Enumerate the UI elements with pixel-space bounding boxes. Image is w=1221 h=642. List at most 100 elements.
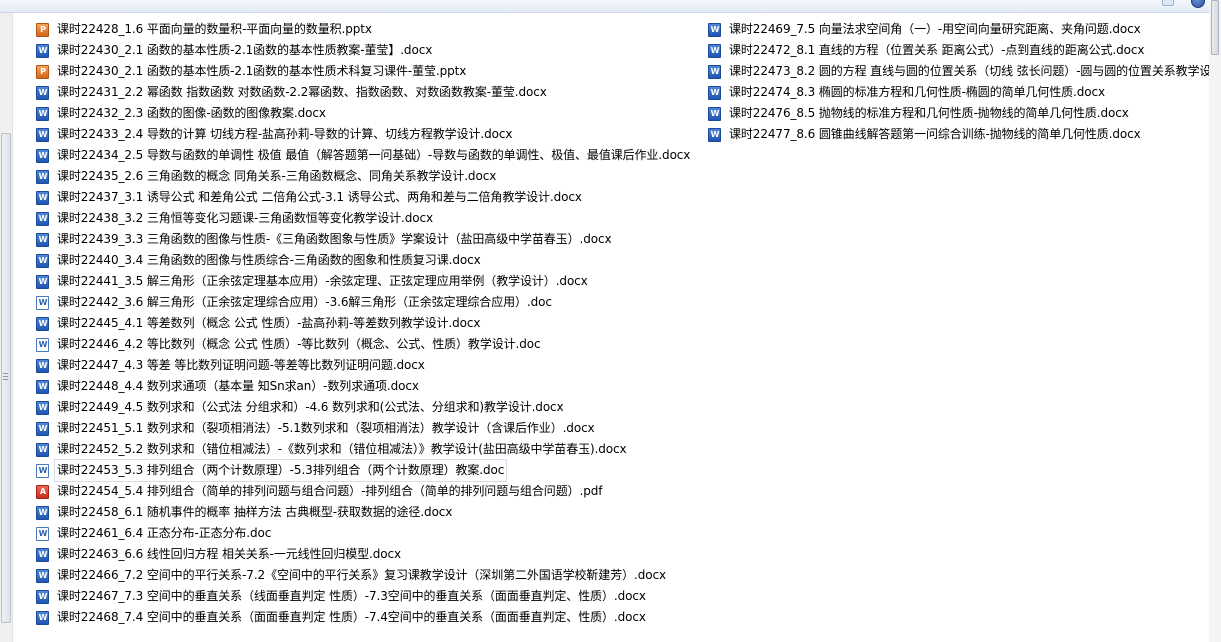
word-file-icon xyxy=(36,212,49,226)
file-item[interactable]: 课时22432_2.3 函数的图像-函数的图像教案.docx xyxy=(35,103,700,124)
file-item[interactable]: 课时22454_5.4 排列组合（简单的排列问题与组合问题）-排列组合（简单的排… xyxy=(35,481,700,502)
file-name[interactable]: 课时22468_7.4 空间中的垂直关系（面面垂直判定 性质）-7.4空间中的垂… xyxy=(55,607,648,628)
file-name[interactable]: 课时22428_1.6 平面向量的数量积-平面向量的数量积.pptx xyxy=(55,19,374,40)
file-item[interactable]: 课时22430_2.1 函数的基本性质-2.1函数的基本性质教案-董莹】.doc… xyxy=(35,40,700,61)
file-name[interactable]: 课时22476_8.5 抛物线的标准方程和几何性质-抛物线的简单几何性质.doc… xyxy=(727,103,1131,124)
vertical-scrollbar[interactable] xyxy=(1209,0,1221,642)
word-file-icon xyxy=(36,569,49,583)
scrollbar-grip-icon xyxy=(3,373,8,380)
word-file-icon xyxy=(36,317,49,331)
file-list-column-1: 课时22428_1.6 平面向量的数量积-平面向量的数量积.pptx课时2243… xyxy=(35,19,700,628)
file-name[interactable]: 课时22467_7.3 空间中的垂直关系（线面垂直判定 性质）-7.3空间中的垂… xyxy=(55,586,648,607)
word-file-icon xyxy=(708,44,721,58)
file-name[interactable]: 课时22430_2.1 函数的基本性质-2.1函数的基本性质术科复习课件-董莹.… xyxy=(55,61,468,82)
file-item[interactable]: 课时22434_2.5 导数与函数的单调性 极值 最值（解答题第一问基础）-导数… xyxy=(35,145,700,166)
file-item[interactable]: 课时22469_7.5 向量法求空间角（一）-用空间向量研究距离、夹角问题.do… xyxy=(707,19,1209,40)
toolbar-strip xyxy=(0,0,1221,13)
file-name[interactable]: 课时22447_4.3 等差 等比数列证明问题-等差等比数列证明问题.docx xyxy=(55,355,427,376)
file-name[interactable]: 课时22446_4.2 等比数列（概念 公式 性质）-等比数列（概念、公式、性质… xyxy=(55,334,543,355)
word-file-icon xyxy=(708,128,721,142)
file-name[interactable]: 课时22477_8.6 圆锥曲线解答题第一问综合训练-抛物线的简单几何性质.do… xyxy=(727,124,1143,145)
file-name[interactable]: 课时22449_4.5 数列求和（公式法 分组求和）-4.6 数列求和(公式法、… xyxy=(55,397,566,418)
file-name[interactable]: 课时22472_8.1 直线的方程（位置关系 距离公式）-点到直线的距离公式.d… xyxy=(727,40,1146,61)
word-file-icon xyxy=(36,86,49,100)
word-file-icon xyxy=(36,254,49,268)
file-name[interactable]: 课时22435_2.6 三角函数的概念 同角关系-三角函数概念、同角关系教学设计… xyxy=(55,166,498,187)
left-pane-scrollbar[interactable] xyxy=(0,13,13,642)
word-file-icon xyxy=(36,548,49,562)
word-file-icon xyxy=(36,128,49,142)
file-item[interactable]: 课时22431_2.2 幂函数 指数函数 对数函数-2.2幂函数、指数函数、对数… xyxy=(35,82,700,103)
file-item[interactable]: 课时22461_6.4 正态分布-正态分布.doc xyxy=(35,523,700,544)
file-name[interactable]: 课时22430_2.1 函数的基本性质-2.1函数的基本性质教案-董莹】.doc… xyxy=(55,40,434,61)
word-file-icon xyxy=(36,443,49,457)
file-item[interactable]: 课时22447_4.3 等差 等比数列证明问题-等差等比数列证明问题.docx xyxy=(35,355,700,376)
word-file-icon xyxy=(36,590,49,604)
file-item[interactable]: 课时22451_5.1 数列求和（裂项相消法）-5.1数列求和（裂项相消法）教学… xyxy=(35,418,700,439)
file-name[interactable]: 课时22433_2.4 导数的计算 切线方程-盐高孙莉-导数的计算、切线方程教学… xyxy=(55,124,514,145)
file-name[interactable]: 课时22461_6.4 正态分布-正态分布.doc xyxy=(55,523,273,544)
file-item[interactable]: 课时22452_5.2 数列求和（错位相减法）-《数列求和（错位相减法）》教学设… xyxy=(35,439,700,460)
file-item[interactable]: 课时22440_3.4 三角函数的图像与性质综合-三角函数的图象和性质复习课.d… xyxy=(35,250,700,271)
file-name[interactable]: 课时22458_6.1 随机事件的概率 抽样方法 古典概型-获取数据的途径.do… xyxy=(55,502,454,523)
file-name[interactable]: 课时22473_8.2 圆的方程 直线与圆的位置关系（切线 弦长问题）-圆与圆的… xyxy=(727,61,1221,82)
file-item[interactable]: 课时22463_6.6 线性回归方程 相关关系-一元线性回归模型.docx xyxy=(35,544,700,565)
file-item[interactable]: 课时22453_5.3 排列组合（两个计数原理）-5.3排列组合（两个计数原理）… xyxy=(35,459,700,482)
file-item[interactable]: 课时22435_2.6 三角函数的概念 同角关系-三角函数概念、同角关系教学设计… xyxy=(35,166,700,187)
word-file-icon xyxy=(708,65,721,79)
word-file-icon xyxy=(36,527,49,541)
file-name[interactable]: 课时22469_7.5 向量法求空间角（一）-用空间向量研究距离、夹角问题.do… xyxy=(727,19,1143,40)
file-item[interactable]: 课时22473_8.2 圆的方程 直线与圆的位置关系（切线 弦长问题）-圆与圆的… xyxy=(707,61,1221,82)
file-item[interactable]: 课时22448_4.4 数列求通项（基本量 知Sn求an）-数列求通项.docx xyxy=(35,376,700,397)
help-icon[interactable] xyxy=(1191,0,1205,8)
file-item[interactable]: 课时22477_8.6 圆锥曲线解答题第一问综合训练-抛物线的简单几何性质.do… xyxy=(707,124,1209,145)
word-file-icon xyxy=(708,86,721,100)
file-name[interactable]: 课时22442_3.6 解三角形（正余弦定理综合应用）-3.6解三角形（正余弦定… xyxy=(55,292,554,313)
file-name[interactable]: 课时22439_3.3 三角函数的图像与性质-《三角函数图象与性质》学案设计（盐… xyxy=(55,229,613,250)
file-item[interactable]: 课时22441_3.5 解三角形（正余弦定理基本应用）-余弦定理、正弦定理应用举… xyxy=(35,271,700,292)
file-name[interactable]: 课时22453_5.3 排列组合（两个计数原理）-5.3排列组合（两个计数原理）… xyxy=(53,459,508,482)
word-file-icon xyxy=(36,107,49,121)
word-file-icon xyxy=(36,296,49,310)
file-name[interactable]: 课时22445_4.1 等差数列（概念 公式 性质）-盐高孙莉-等差数列教学设计… xyxy=(55,313,482,334)
file-item[interactable]: 课时22468_7.4 空间中的垂直关系（面面垂直判定 性质）-7.4空间中的垂… xyxy=(35,607,700,628)
vertical-scrollbar-thumb[interactable] xyxy=(1211,0,1219,55)
view-options-icon[interactable] xyxy=(1162,0,1174,6)
file-item[interactable]: 课时22428_1.6 平面向量的数量积-平面向量的数量积.pptx xyxy=(35,19,700,40)
file-name[interactable]: 课时22441_3.5 解三角形（正余弦定理基本应用）-余弦定理、正弦定理应用举… xyxy=(55,271,590,292)
word-file-icon xyxy=(36,401,49,415)
file-item[interactable]: 课时22445_4.1 等差数列（概念 公式 性质）-盐高孙莉-等差数列教学设计… xyxy=(35,313,700,334)
file-name[interactable]: 课时22437_3.1 诱导公式 和差角公式 二倍角公式-3.1 诱导公式、两角… xyxy=(55,187,584,208)
file-item[interactable]: 课时22458_6.1 随机事件的概率 抽样方法 古典概型-获取数据的途径.do… xyxy=(35,502,700,523)
file-item[interactable]: 课时22467_7.3 空间中的垂直关系（线面垂直判定 性质）-7.3空间中的垂… xyxy=(35,586,700,607)
file-name[interactable]: 课时22466_7.2 空间中的平行关系-7.2《空间中的平行关系》复习课教学设… xyxy=(55,565,668,586)
word-file-icon xyxy=(36,149,49,163)
file-item[interactable]: 课时22449_4.5 数列求和（公式法 分组求和）-4.6 数列求和(公式法、… xyxy=(35,397,700,418)
file-name[interactable]: 课时22431_2.2 幂函数 指数函数 对数函数-2.2幂函数、指数函数、对数… xyxy=(55,82,549,103)
word-file-icon xyxy=(36,506,49,520)
file-name[interactable]: 课时22451_5.1 数列求和（裂项相消法）-5.1数列求和（裂项相消法）教学… xyxy=(55,418,597,439)
file-name[interactable]: 课时22440_3.4 三角函数的图像与性质综合-三角函数的图象和性质复习课.d… xyxy=(55,250,483,271)
file-item[interactable]: 课时22430_2.1 函数的基本性质-2.1函数的基本性质术科复习课件-董莹.… xyxy=(35,61,700,82)
file-item[interactable]: 课时22442_3.6 解三角形（正余弦定理综合应用）-3.6解三角形（正余弦定… xyxy=(35,292,700,313)
file-item[interactable]: 课时22437_3.1 诱导公式 和差角公式 二倍角公式-3.1 诱导公式、两角… xyxy=(35,187,700,208)
file-name[interactable]: 课时22432_2.3 函数的图像-函数的图像教案.docx xyxy=(55,103,328,124)
file-name[interactable]: 课时22454_5.4 排列组合（简单的排列问题与组合问题）-排列组合（简单的排… xyxy=(55,481,604,502)
file-item[interactable]: 课时22446_4.2 等比数列（概念 公式 性质）-等比数列（概念、公式、性质… xyxy=(35,334,700,355)
file-name[interactable]: 课时22448_4.4 数列求通项（基本量 知Sn求an）-数列求通项.docx xyxy=(55,376,421,397)
file-item[interactable]: 课时22433_2.4 导数的计算 切线方程-盐高孙莉-导数的计算、切线方程教学… xyxy=(35,124,700,145)
file-name[interactable]: 课时22452_5.2 数列求和（错位相减法）-《数列求和（错位相减法）》教学设… xyxy=(55,439,629,460)
word-file-icon xyxy=(36,233,49,247)
file-item[interactable]: 课时22439_3.3 三角函数的图像与性质-《三角函数图象与性质》学案设计（盐… xyxy=(35,229,700,250)
file-name[interactable]: 课时22434_2.5 导数与函数的单调性 极值 最值（解答题第一问基础）-导数… xyxy=(55,145,692,166)
file-name[interactable]: 课时22438_3.2 三角恒等变化习题课-三角函数恒等变化教学设计.docx xyxy=(55,208,435,229)
file-item[interactable]: 课时22474_8.3 椭圆的标准方程和几何性质-椭圆的简单几何性质.docx xyxy=(707,82,1209,103)
file-item[interactable]: 课时22466_7.2 空间中的平行关系-7.2《空间中的平行关系》复习课教学设… xyxy=(35,565,700,586)
word-file-icon xyxy=(36,338,49,352)
file-item[interactable]: 课时22438_3.2 三角恒等变化习题课-三角函数恒等变化教学设计.docx xyxy=(35,208,700,229)
word-file-icon xyxy=(36,464,49,478)
file-name[interactable]: 课时22463_6.6 线性回归方程 相关关系-一元线性回归模型.docx xyxy=(55,544,403,565)
file-name[interactable]: 课时22474_8.3 椭圆的标准方程和几何性质-椭圆的简单几何性质.docx xyxy=(727,82,1107,103)
file-item[interactable]: 课时22476_8.5 抛物线的标准方程和几何性质-抛物线的简单几何性质.doc… xyxy=(707,103,1209,124)
file-item[interactable]: 课时22472_8.1 直线的方程（位置关系 距离公式）-点到直线的距离公式.d… xyxy=(707,40,1209,61)
